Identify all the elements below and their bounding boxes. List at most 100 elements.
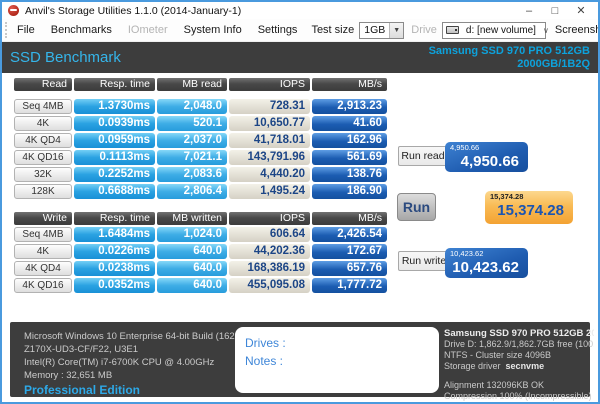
table-row: 4K 0.0226ms 640.0 44,202.36 172.67 (14, 244, 387, 259)
col-header-iops: IOPS (229, 78, 310, 91)
motherboard-line: Z170X-UD3-CF/F22, U3E1 (24, 344, 139, 355)
storage-driver-label: Storage driver (444, 361, 501, 371)
mb-written-cell: 640.0 (157, 261, 227, 276)
maximize-button[interactable]: □ (542, 3, 568, 19)
test-label-button[interactable]: 4K QD16 (14, 150, 72, 165)
iops-cell: 168,386.19 (229, 261, 310, 276)
mbs-cell: 1,777.72 (312, 278, 387, 293)
compression-line: Compression 100% (Incompressible) (444, 391, 592, 401)
test-label-button[interactable]: Seq 4MB (14, 227, 72, 242)
window-title: Anvil's Storage Utilities 1.1.0 (2014-Ja… (25, 4, 242, 17)
memory-line: Memory : 32,651 MB (24, 370, 113, 381)
run-read-button[interactable]: Run read (398, 146, 448, 166)
test-label-button[interactable]: 4K QD16 (14, 278, 72, 293)
minimize-button[interactable]: – (516, 3, 542, 19)
col-header-iops: IOPS (229, 212, 310, 225)
run-button[interactable]: Run (397, 193, 436, 221)
alignment-line: Alignment 132096KB OK (444, 380, 545, 390)
table-row: 4K QD16 0.1113ms 7,021.1 143,791.96 561.… (14, 150, 387, 165)
mb-read-cell: 7,021.1 (157, 150, 227, 165)
test-label-button[interactable]: 4K QD4 (14, 261, 72, 276)
menu-iometer: IOmeter (127, 23, 168, 36)
iops-cell: 44,202.36 (229, 244, 310, 259)
iops-cell: 4,440.20 (229, 167, 310, 182)
device-line2: 2000GB/1B2Q (517, 57, 590, 70)
resp-time-cell: 0.0238ms (74, 261, 155, 276)
mb-written-cell: 640.0 (157, 278, 227, 293)
dropdown-arrow-icon[interactable]: ▼ (389, 22, 404, 38)
write-table-header: Write Resp. time MB written IOPS MB/s (14, 212, 387, 225)
mbs-cell: 172.67 (312, 244, 387, 259)
resp-time-cell: 0.6688ms (74, 184, 155, 199)
mb-read-cell: 520.1 (157, 116, 227, 131)
drive-select[interactable]: d: [new volume] ∨ (441, 21, 549, 39)
mb-written-cell: 640.0 (157, 244, 227, 259)
iops-cell: 606.64 (229, 227, 310, 242)
menu-screenshot[interactable]: Screenshot (548, 20, 598, 41)
table-row: 4K QD4 0.0959ms 2,037.0 41,718.01 162.96 (14, 133, 387, 148)
table-row: 4K QD16 0.0352ms 640.0 455,095.08 1,777.… (14, 278, 387, 293)
menu-bar: File Benchmarks IOmeter System Info Sett… (2, 19, 598, 42)
cpu-line: Intel(R) Core(TM) i7-6700K CPU @ 4.00GHz (24, 357, 215, 368)
drive-icon (445, 26, 459, 34)
read-score-value: 4,950.66 (460, 153, 519, 170)
mbs-cell: 186.90 (312, 184, 387, 199)
mbs-cell: 162.96 (312, 133, 387, 148)
resp-time-cell: 0.1113ms (74, 150, 155, 165)
table-row: 4K 0.0939ms 520.1 10,650.77 41.60 (14, 116, 387, 131)
drive-label: Drive (411, 24, 437, 36)
mb-read-cell: 2,037.0 (157, 133, 227, 148)
iops-cell: 455,095.08 (229, 278, 310, 293)
read-score-small: 4,950.66 (450, 143, 480, 152)
col-header-mbs: MB/s (312, 78, 387, 91)
test-label-button[interactable]: 4K (14, 116, 72, 131)
drive-model: Samsung SSD 970 PRO 512GB 2000GB/1B2Q (444, 328, 594, 339)
mb-read-cell: 2,806.4 (157, 184, 227, 199)
iops-cell: 143,791.96 (229, 150, 310, 165)
test-size-label: Test size (311, 24, 355, 36)
table-row: 4K QD4 0.0238ms 640.0 168,386.19 657.76 (14, 261, 387, 276)
resp-time-cell: 0.0939ms (74, 116, 155, 131)
iops-cell: 1,495.24 (229, 184, 310, 199)
test-label-button[interactable]: Seq 4MB (14, 99, 72, 114)
test-label-button[interactable]: 4K (14, 244, 72, 259)
write-score-box: 10,423.62 10,423.62 (445, 248, 528, 278)
total-score-small: 15,374.28 (490, 192, 524, 201)
toolbar-grip (5, 22, 7, 38)
col-header-resp-time: Resp. time (74, 212, 155, 225)
run-write-button[interactable]: Run write (398, 251, 450, 271)
device-line1: Samsung SSD 970 PRO 512GB (428, 44, 590, 57)
drives-notes-box[interactable]: Drives : Notes : (235, 327, 439, 393)
os-line: Microsoft Windows 10 Enterprise 64-bit B… (24, 331, 249, 342)
mb-read-cell: 2,048.0 (157, 99, 227, 114)
mbs-cell: 561.69 (312, 150, 387, 165)
resp-time-cell: 1.6484ms (74, 227, 155, 242)
iops-cell: 41,718.01 (229, 133, 310, 148)
menu-benchmarks[interactable]: Benchmarks (44, 20, 119, 41)
test-label-button[interactable]: 128K (14, 184, 72, 199)
table-row: 32K 0.2252ms 2,083.6 4,440.20 138.76 (14, 167, 387, 182)
total-score-box: 15,374.28 15,374.28 (485, 191, 573, 224)
mb-read-cell: 2,083.6 (157, 167, 227, 182)
test-size-select[interactable]: 1GB ▼ (359, 21, 405, 39)
drive-details: Samsung SSD 970 PRO 512GB 2000GB/1B2Q Dr… (444, 328, 594, 402)
mbs-cell: 41.60 (312, 116, 387, 131)
close-button[interactable]: ✕ (568, 3, 594, 19)
test-label-button[interactable]: 32K (14, 167, 72, 182)
test-label-button[interactable]: 4K QD4 (14, 133, 72, 148)
notes-label: Notes : (245, 354, 284, 368)
resp-time-cell: 0.0226ms (74, 244, 155, 259)
resp-time-cell: 0.0959ms (74, 133, 155, 148)
iops-cell: 10,650.77 (229, 116, 310, 131)
col-header-write: Write (14, 212, 72, 225)
menu-settings[interactable]: Settings (251, 20, 305, 41)
menu-file[interactable]: File (10, 20, 42, 41)
app-icon (8, 5, 19, 16)
write-score-small: 10,423.62 (450, 249, 484, 258)
mbs-cell: 657.76 (312, 261, 387, 276)
menu-system-info[interactable]: System Info (177, 20, 249, 41)
mbs-cell: 138.76 (312, 167, 387, 182)
resp-time-cell: 1.3730ms (74, 99, 155, 114)
storage-driver-value: secnvme (505, 361, 545, 371)
device-name-header: Samsung SSD 970 PRO 512GB 2000GB/1B2Q (429, 45, 590, 71)
